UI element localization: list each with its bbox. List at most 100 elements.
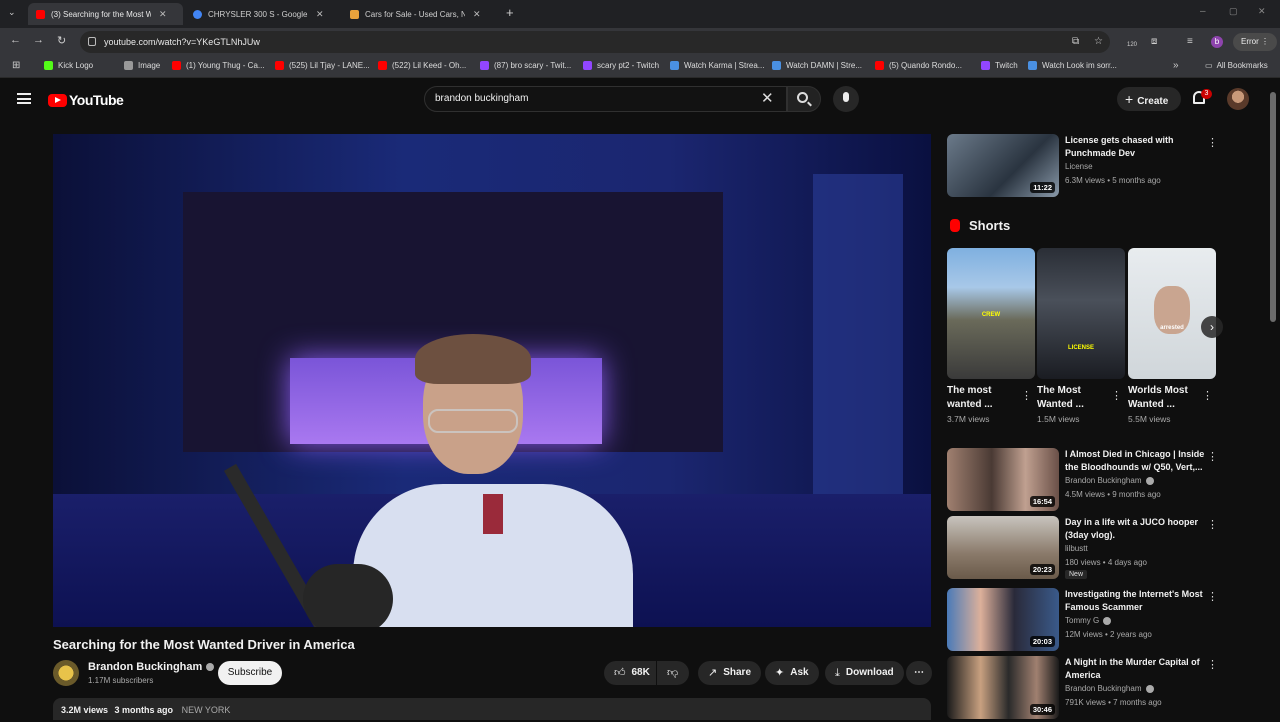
subscribe-button[interactable]: Subscribe bbox=[218, 661, 282, 685]
more-options-icon[interactable]: ⋮ bbox=[1202, 389, 1213, 402]
recommendation-item[interactable]: 30:46 A Night in the Murder Capital of A… bbox=[947, 656, 1227, 720]
bookmark-item[interactable]: (5) Quando Rondo... bbox=[875, 61, 962, 70]
bookmark-item[interactable]: (525) Lil Tjay - LANE... bbox=[275, 61, 370, 70]
bookmark-item[interactable]: Twitch bbox=[981, 61, 1018, 70]
restore-icon[interactable]: ▢ bbox=[1229, 6, 1238, 17]
bookmark-favicon-icon bbox=[378, 61, 387, 70]
close-window-icon[interactable]: ✕ bbox=[1258, 6, 1266, 17]
short-views: 5.5M views bbox=[1128, 414, 1171, 424]
recommendation-item[interactable]: 20:03 Investigating the Internet's Most … bbox=[947, 588, 1227, 652]
video-thumbnail[interactable]: 20:23 bbox=[947, 516, 1059, 579]
address-bar[interactable]: youtube.com/watch?v=YKeGTLNhJUw bbox=[80, 31, 1110, 53]
more-options-icon[interactable]: ⋮ bbox=[1207, 518, 1218, 531]
site-info-icon[interactable] bbox=[88, 37, 96, 46]
page-scrollbar[interactable] bbox=[1270, 92, 1276, 322]
recommendation-item[interactable]: 16:54 I Almost Died in Chicago | Inside … bbox=[947, 448, 1227, 512]
ask-button[interactable]: ✦ Ask bbox=[765, 661, 819, 685]
new-tab-button[interactable]: + bbox=[506, 5, 514, 20]
more-actions-button[interactable]: ⋯ bbox=[906, 661, 932, 685]
bookmark-item[interactable]: Image bbox=[124, 61, 160, 70]
download-button[interactable]: ⤓ Download bbox=[825, 661, 904, 685]
video-thumbnail[interactable]: 20:03 bbox=[947, 588, 1059, 651]
close-tab-icon[interactable]: ✕ bbox=[159, 9, 167, 20]
channel-avatar[interactable] bbox=[53, 660, 79, 686]
bookmark-item[interactable]: Watch DAMN | Stre... bbox=[772, 61, 862, 70]
short-item[interactable]: CREW The most wanted ... 3.7M views ⋮ bbox=[947, 248, 1035, 424]
video-thumbnail[interactable]: 11:22 bbox=[947, 134, 1059, 197]
more-options-icon[interactable]: ⋮ bbox=[1207, 136, 1218, 149]
search-button[interactable] bbox=[787, 86, 821, 112]
tab-cars[interactable]: Cars for Sale - Used Cars, New ✕ bbox=[342, 3, 497, 25]
bookmark-item[interactable]: scary pt2 - Twitch bbox=[583, 61, 659, 70]
close-tab-icon[interactable]: ✕ bbox=[473, 9, 481, 20]
apps-icon[interactable]: ⊞ bbox=[12, 60, 20, 71]
more-options-icon[interactable]: ⋮ bbox=[1111, 389, 1122, 402]
short-thumbnail[interactable]: arrested bbox=[1128, 248, 1216, 379]
extension-badge[interactable]: 120 bbox=[1127, 42, 1137, 48]
more-options-icon[interactable]: ⋮ bbox=[1207, 590, 1218, 603]
back-icon[interactable]: ← bbox=[10, 34, 21, 46]
more-options-icon[interactable]: ⋮ bbox=[1207, 658, 1218, 671]
bookmark-item[interactable]: (87) bro scary - Twit... bbox=[480, 61, 571, 70]
more-bookmarks-icon[interactable]: » bbox=[1173, 60, 1179, 71]
tab-google[interactable]: CHRYSLER 300 S - Google Sear ✕ bbox=[185, 3, 340, 25]
cast-icon[interactable]: ⧉ bbox=[1072, 36, 1079, 47]
recommendation-title: A Night in the Murder Capital of America bbox=[1065, 657, 1200, 680]
recommendation-item[interactable]: 20:23 Day in a life wit a JUCO hooper (3… bbox=[947, 516, 1227, 580]
bookmark-favicon-icon bbox=[875, 61, 884, 70]
media-icon[interactable]: ≡ bbox=[1187, 36, 1193, 47]
shorts-next-button[interactable]: › bbox=[1201, 316, 1223, 338]
short-item[interactable]: arrested Worlds Most Wanted ... 5.5M vie… bbox=[1128, 248, 1216, 424]
bookmark-star-icon[interactable]: ☆ bbox=[1094, 36, 1103, 47]
all-bookmarks[interactable]: ▭ All Bookmarks bbox=[1205, 61, 1268, 70]
description-box[interactable]: 3.2M views 3 months ago NEW YORK bbox=[53, 698, 931, 720]
close-tab-icon[interactable]: ✕ bbox=[316, 9, 324, 20]
video-thumbnail[interactable]: 16:54 bbox=[947, 448, 1059, 511]
profile-avatar[interactable]: b bbox=[1211, 36, 1223, 48]
url-text: youtube.com/watch?v=YKeGTLNhJUw bbox=[104, 37, 260, 47]
like-button[interactable]: 👍︎ 68K bbox=[604, 661, 656, 685]
bookmark-item[interactable]: Watch Karma | Strea... bbox=[670, 61, 764, 70]
minimize-icon[interactable]: – bbox=[1200, 6, 1206, 17]
bookmark-label: Image bbox=[138, 61, 161, 70]
reload-icon[interactable]: ↻ bbox=[57, 34, 66, 47]
bookmark-item[interactable]: Watch Look im sorr... bbox=[1028, 61, 1117, 70]
recommendation-title: Day in a life wit a JUCO hooper (3day vl… bbox=[1065, 517, 1199, 540]
bookmark-item[interactable]: (1) Young Thug - Ca... bbox=[172, 61, 265, 70]
share-label: Share bbox=[723, 667, 752, 678]
channel-text: Brandon Buckingham bbox=[1065, 476, 1142, 485]
more-options-icon[interactable]: ⋮ bbox=[1207, 450, 1218, 463]
create-button[interactable]: + Create bbox=[1117, 87, 1181, 111]
clear-search-icon[interactable]: ✕ bbox=[761, 89, 774, 107]
search-input[interactable]: brandon buckingham bbox=[424, 86, 787, 112]
channel-text: Tommy G bbox=[1065, 616, 1100, 625]
youtube-logo[interactable]: YouTube bbox=[48, 92, 124, 108]
bookmark-item[interactable]: Kick Logo bbox=[44, 61, 93, 70]
tab-search-icon[interactable]: ⌄ bbox=[8, 7, 16, 18]
video-thumbnail[interactable]: 30:46 bbox=[947, 656, 1059, 719]
video-player[interactable] bbox=[53, 134, 931, 627]
channel-name-text: Brandon Buckingham bbox=[88, 661, 203, 673]
extensions-icon[interactable]: ⧈ bbox=[1151, 36, 1157, 47]
short-item[interactable]: LICENSE The Most Wanted ... 1.5M views ⋮ bbox=[1037, 248, 1125, 424]
forward-icon[interactable]: → bbox=[33, 34, 44, 46]
location-tag[interactable]: NEW YORK bbox=[182, 705, 231, 715]
folder-icon: ▭ bbox=[1205, 61, 1213, 70]
recommendation-channel: Brandon Buckingham bbox=[1065, 476, 1154, 485]
cars-favicon-icon bbox=[350, 9, 359, 19]
menu-icon[interactable] bbox=[17, 93, 31, 104]
voice-search-icon[interactable] bbox=[833, 86, 859, 112]
search-icon bbox=[797, 92, 808, 103]
bookmark-item[interactable]: (522) Lil Keed - Oh... bbox=[378, 61, 466, 70]
channel-name[interactable]: Brandon Buckingham bbox=[88, 661, 215, 673]
dislike-button[interactable]: 👎︎ bbox=[657, 661, 689, 685]
bookmark-favicon-icon bbox=[1028, 61, 1037, 70]
short-thumbnail[interactable]: LICENSE bbox=[1037, 248, 1125, 379]
short-thumbnail[interactable]: CREW bbox=[947, 248, 1035, 379]
more-options-icon[interactable]: ⋮ bbox=[1021, 389, 1032, 402]
recommendation-item[interactable]: 11:22 License gets chased with Punchmade… bbox=[947, 134, 1227, 198]
share-button[interactable]: ↗ Share bbox=[698, 661, 762, 685]
account-avatar[interactable] bbox=[1227, 88, 1249, 110]
error-button[interactable]: Error ⋮ bbox=[1233, 33, 1278, 51]
tab-youtube[interactable]: (3) Searching for the Most W ✕ bbox=[28, 3, 183, 25]
